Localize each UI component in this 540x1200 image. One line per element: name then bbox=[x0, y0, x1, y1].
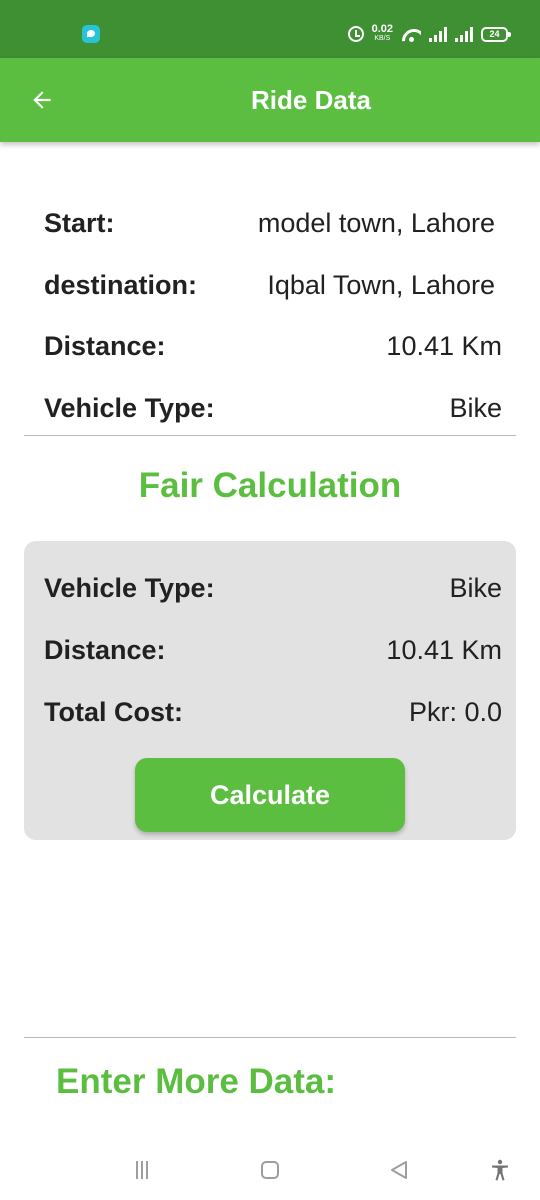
vehicle-type-row: Vehicle Type: Bike bbox=[44, 388, 502, 428]
fare-distance-row: Distance: 10.41 Km bbox=[44, 630, 502, 670]
fare-vehicle-row: Vehicle Type: Bike bbox=[44, 568, 502, 608]
network-speed-unit: KB/S bbox=[374, 35, 391, 42]
home-button[interactable] bbox=[252, 1152, 288, 1188]
destination-row: destination: Iqbal Town, Lahore bbox=[44, 265, 502, 305]
notification-icon bbox=[82, 25, 100, 43]
accessibility-icon bbox=[492, 1159, 508, 1181]
start-row: Start: model town, Lahore bbox=[44, 203, 502, 243]
fare-vehicle-label: Vehicle Type: bbox=[44, 572, 215, 603]
status-bar: 0.02 KB/S 24 bbox=[0, 0, 540, 58]
fare-distance-label: Distance: bbox=[44, 634, 166, 665]
accessibility-button[interactable] bbox=[482, 1152, 518, 1188]
square-icon bbox=[261, 1161, 279, 1179]
status-icons: 0.02 KB/S 24 bbox=[347, 22, 511, 46]
vehicle-type-value: Bike bbox=[449, 392, 502, 423]
distance-label: Distance: bbox=[44, 330, 166, 361]
menu-icon bbox=[136, 1161, 148, 1179]
start-label: Start: bbox=[44, 207, 115, 238]
alarm-icon bbox=[347, 26, 364, 42]
back-button[interactable] bbox=[20, 78, 64, 122]
battery-icon: 24 bbox=[481, 26, 511, 42]
network-speed: 0.02 KB/S bbox=[371, 23, 393, 43]
triangle-left-icon bbox=[391, 1161, 407, 1179]
enter-more-data-title: Enter More Data: bbox=[56, 1062, 337, 1101]
page-title: Ride Data bbox=[251, 84, 371, 115]
fare-calculation-title: Fair Calculation bbox=[138, 466, 402, 505]
total-cost-value: Pkr: 0.0 bbox=[408, 696, 502, 727]
total-cost-row: Total Cost: Pkr: 0.0 bbox=[44, 692, 502, 732]
fare-card: Vehicle Type: Bike Distance: 10.41 Km To… bbox=[24, 541, 516, 840]
distance-row: Distance: 10.41 Km bbox=[44, 326, 502, 366]
recent-apps-button[interactable] bbox=[124, 1152, 160, 1188]
battery-level: 24 bbox=[489, 29, 500, 39]
system-nav-bar bbox=[0, 1138, 540, 1200]
wifi-icon bbox=[401, 26, 421, 42]
arrow-left-icon bbox=[33, 91, 51, 109]
divider bbox=[24, 1037, 516, 1038]
destination-value: Iqbal Town, Lahore bbox=[267, 269, 495, 300]
signal-icon bbox=[429, 26, 447, 42]
distance-value: 10.41 Km bbox=[386, 330, 502, 361]
calculate-button[interactable]: Calculate bbox=[135, 758, 405, 832]
destination-label: destination: bbox=[44, 269, 197, 300]
divider bbox=[24, 435, 516, 436]
app-bar: Ride Data bbox=[0, 58, 540, 142]
fare-vehicle-value: Bike bbox=[449, 572, 502, 603]
back-nav-button[interactable] bbox=[381, 1152, 417, 1188]
vehicle-type-label: Vehicle Type: bbox=[44, 392, 215, 423]
signal-icon bbox=[455, 26, 473, 42]
network-speed-value: 0.02 bbox=[371, 23, 393, 35]
total-cost-label: Total Cost: bbox=[44, 696, 183, 727]
fare-distance-value: 10.41 Km bbox=[386, 634, 502, 665]
start-value: model town, Lahore bbox=[257, 207, 495, 238]
